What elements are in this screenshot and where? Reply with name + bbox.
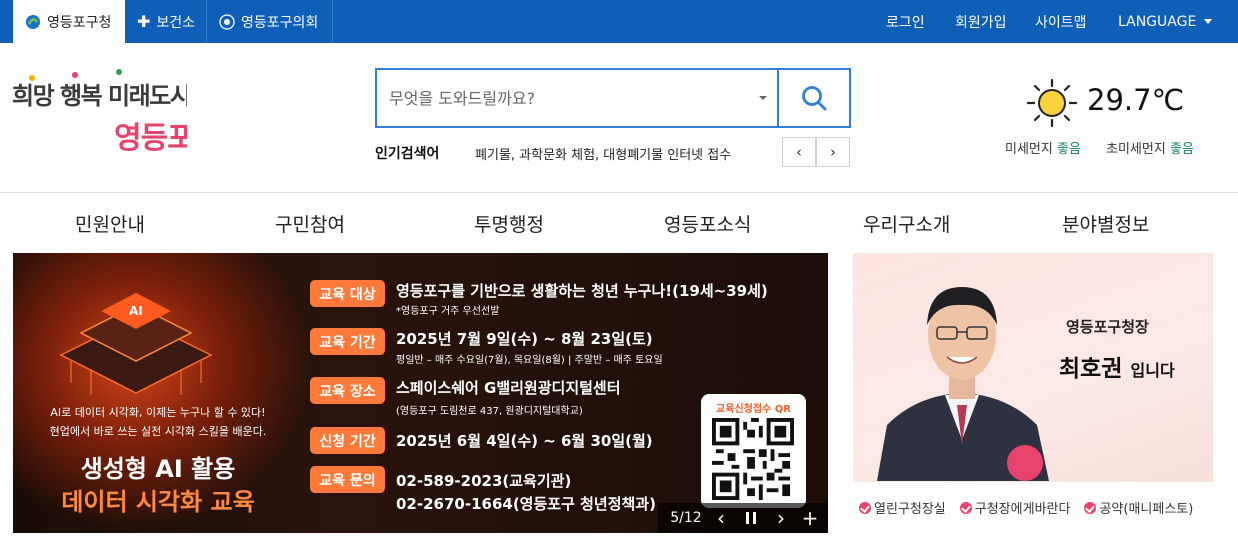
- check-circle-icon: [859, 501, 871, 514]
- search-icon: [802, 86, 827, 111]
- district-logo[interactable]: 희망 행복 미래도시 영등포: [12, 66, 187, 158]
- banner-prev-button[interactable]: ‹: [706, 506, 736, 530]
- qr-card[interactable]: 교육신청접수 QR: [701, 394, 806, 508]
- mayor-portrait: [877, 287, 1049, 481]
- ai-chip-mark: AI: [129, 304, 143, 318]
- pm10-indicator: 미세먼지 좋음: [1005, 138, 1081, 157]
- pm25-indicator: 초미세먼지 좋음: [1106, 138, 1194, 157]
- popular-search-label: 인기검색어: [375, 146, 440, 162]
- gnb-civil-service[interactable]: 민원안내: [75, 210, 145, 237]
- popular-prev-button[interactable]: ‹: [782, 137, 816, 167]
- sitemap-link[interactable]: 사이트맵: [1035, 0, 1087, 43]
- wish-to-mayor-link[interactable]: 구청장에게바란다: [959, 498, 1071, 517]
- gnb-news[interactable]: 영등포소식: [664, 210, 751, 237]
- logo-slogan: 희망 행복 미래도시: [12, 82, 187, 110]
- search-dropdown-caret-icon[interactable]: [759, 96, 767, 100]
- banner-sub2: 현업에서 바로 쓰는 실전 시각화 스킬을 배운다.: [49, 425, 267, 438]
- mayor-panel[interactable]: 영등포구청장 최호권 입니다 열린구청장실 구청장에게바란다 공약(매니페스토): [853, 253, 1213, 533]
- district-logo-icon: [26, 14, 40, 29]
- info-contact: 02-589-2023(교육기관): [396, 472, 572, 490]
- manifesto-label: 공약(매니페스토): [1099, 502, 1194, 517]
- info-apply: 2025년 6월 4일(수) ~ 6월 30일(월): [396, 432, 653, 450]
- search-box: [375, 68, 851, 128]
- gnb-participation[interactable]: 구민참여: [275, 210, 345, 237]
- weather-temperature: 29.7℃: [1087, 83, 1185, 117]
- tab-district-council[interactable]: 영등포구의회: [207, 0, 333, 43]
- signup-link[interactable]: 회원가입: [955, 0, 1007, 43]
- ai-chip-illustration: AI: [59, 293, 213, 395]
- popular-next-button[interactable]: ›: [816, 137, 850, 167]
- info-period-sub: 평일반 – 매주 수요일(7월), 목요일(8월) | 주말반 – 매주 토요일: [396, 355, 663, 366]
- chevron-right-icon: ›: [830, 143, 836, 161]
- info-place: 스페이스쉐어 G밸리원광디지털센터: [396, 379, 621, 397]
- search-input[interactable]: [377, 70, 777, 126]
- main-banner[interactable]: AI AI로 데이터 시각화, 이제는 누구나 할 수 있다! 현업에서 바로 …: [13, 253, 828, 533]
- tag-place: 교육 장소: [310, 377, 385, 404]
- banner-more-button[interactable]: +: [796, 506, 824, 530]
- mayor-name: 최호권: [1059, 356, 1123, 382]
- banner-sub1: AI로 데이터 시각화, 이제는 누구나 할 수 있다!: [50, 406, 266, 419]
- info-contact-2: 02-2670-1664(영등포구 청년정책과): [396, 495, 656, 513]
- pause-icon: [746, 512, 756, 524]
- login-link[interactable]: 로그인: [886, 0, 925, 43]
- popular-search-terms[interactable]: 폐기물, 과학문화 체험, 대형폐기물 인터넷 접수: [475, 144, 731, 163]
- sun-icon: [1026, 79, 1078, 127]
- info-period: 2025년 7월 9일(수) ~ 8월 23일(토): [396, 330, 653, 348]
- check-circle-icon: [959, 501, 972, 514]
- banner-counter: 5/12: [670, 510, 702, 526]
- info-place-sub: (영등포구 도림천로 437, 원광디지털대학교): [396, 406, 583, 417]
- mayor-name-line: 최호권 입니다: [1059, 349, 1175, 383]
- tab-district-office-label: 영등포구청: [47, 14, 112, 31]
- open-mayor-office-link[interactable]: 열린구청장실: [859, 498, 946, 517]
- qr-label: 교육신청접수 QR: [716, 404, 791, 415]
- info-target-sub: *영등포구 거주 우선선발: [396, 306, 500, 317]
- check-circle-icon: [1084, 501, 1097, 514]
- mayor-name-suffix: 입니다: [1130, 361, 1175, 380]
- tab-health-center-label: 보건소: [156, 14, 196, 31]
- banner-next-button[interactable]: ›: [766, 506, 796, 530]
- pm10-label: 미세먼지: [1005, 142, 1053, 157]
- language-selector[interactable]: LANGUAGE: [1118, 0, 1213, 43]
- info-target: 영등포구를 기반으로 생활하는 청년 누구나!(19세~39세): [396, 282, 768, 300]
- qr-code-icon: [712, 418, 794, 500]
- top-bar: 영등포구청 ✚ 보건소 영등포구의회 로그인 회원가입 사이트맵 LANGUAG…: [0, 0, 1238, 43]
- banner-pause-button[interactable]: [736, 512, 766, 524]
- banner-controls: 5/12 ‹ › +: [658, 503, 828, 533]
- banner-title-line1: 생성형 AI 활용: [80, 455, 236, 483]
- tab-health-center[interactable]: ✚ 보건소: [125, 0, 207, 43]
- caret-down-icon: [1204, 19, 1213, 24]
- manifesto-link[interactable]: 공약(매니페스토): [1084, 498, 1193, 517]
- pm25-label: 초미세먼지: [1106, 142, 1166, 157]
- tab-district-council-label: 영등포구의회: [241, 14, 319, 31]
- pm10-status: 좋음: [1056, 142, 1081, 157]
- pm25-status: 좋음: [1169, 142, 1194, 157]
- plus-icon: ✚: [137, 12, 151, 31]
- header-divider: [0, 192, 1238, 193]
- tag-period: 교육 기간: [310, 328, 385, 355]
- tag-contact: 교육 문의: [310, 466, 385, 493]
- search-button[interactable]: [777, 70, 849, 126]
- mayor-links: 열린구청장실 구청장에게바란다 공약(매니페스토): [853, 482, 1213, 533]
- banner-title-line2: 데이터 시각화 교육: [61, 488, 255, 516]
- chevron-left-icon: ‹: [796, 143, 802, 161]
- gnb-about[interactable]: 우리구소개: [863, 210, 950, 237]
- tab-district-office[interactable]: 영등포구청: [13, 0, 125, 43]
- mayor-title: 영등포구청장: [1066, 318, 1149, 336]
- tag-apply: 신청 기간: [310, 427, 385, 454]
- council-emblem-icon: [219, 13, 235, 30]
- wish-to-mayor-label: 구청장에게바란다: [974, 502, 1071, 517]
- language-label: LANGUAGE: [1118, 13, 1197, 30]
- logo-name: 영등포: [114, 121, 187, 156]
- tag-target: 교육 대상: [310, 280, 385, 307]
- gnb-transparency[interactable]: 투명행정: [474, 210, 544, 237]
- gnb-field-info[interactable]: 분야별정보: [1062, 210, 1149, 237]
- open-mayor-office-label: 열린구청장실: [874, 502, 946, 517]
